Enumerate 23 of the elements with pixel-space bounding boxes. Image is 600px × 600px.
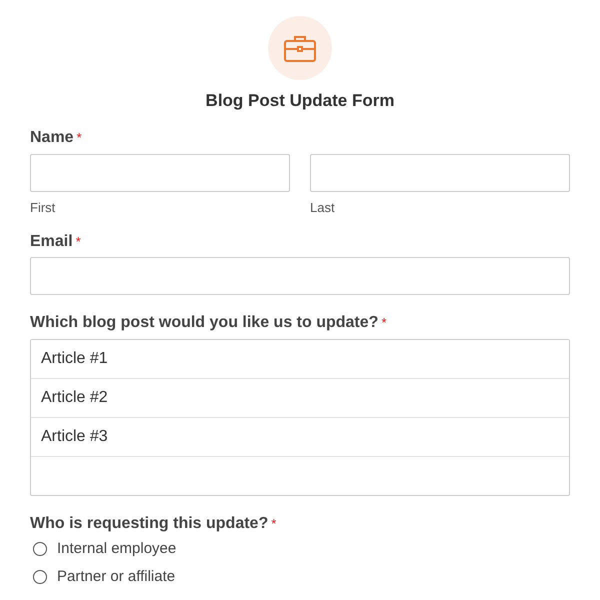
sublabel: First [30, 199, 56, 217]
radio-label: Partner or affiliate [57, 567, 176, 587]
radio-label: Internal employee [57, 538, 176, 558]
list-box[interactable]: Article #1 Article #2 Article #3 [30, 338, 570, 496]
form-title: Blog Post Update Form [206, 90, 394, 112]
required-mark: * [76, 232, 81, 250]
required-mark: * [76, 129, 82, 147]
list-option[interactable]: Article #3 [31, 418, 569, 456]
list-option[interactable]: Article #1 [31, 340, 569, 378]
field-label: Who is requesting this update? [30, 514, 268, 534]
required-mark: * [381, 314, 386, 332]
sublabel: Last [310, 199, 336, 217]
email-input[interactable] [30, 256, 570, 294]
required-mark: * [271, 514, 276, 532]
text-input[interactable] [30, 154, 290, 192]
field-label: Name [30, 128, 74, 148]
radio-button[interactable] [33, 542, 47, 556]
text-input[interactable] [310, 154, 570, 192]
field-label: Which blog post would you like us to update? [30, 312, 378, 332]
field-label: Email [30, 232, 73, 252]
radio-button[interactable] [33, 570, 47, 584]
list-option[interactable]: Article #2 [31, 378, 569, 418]
briefcase-icon [283, 34, 317, 62]
